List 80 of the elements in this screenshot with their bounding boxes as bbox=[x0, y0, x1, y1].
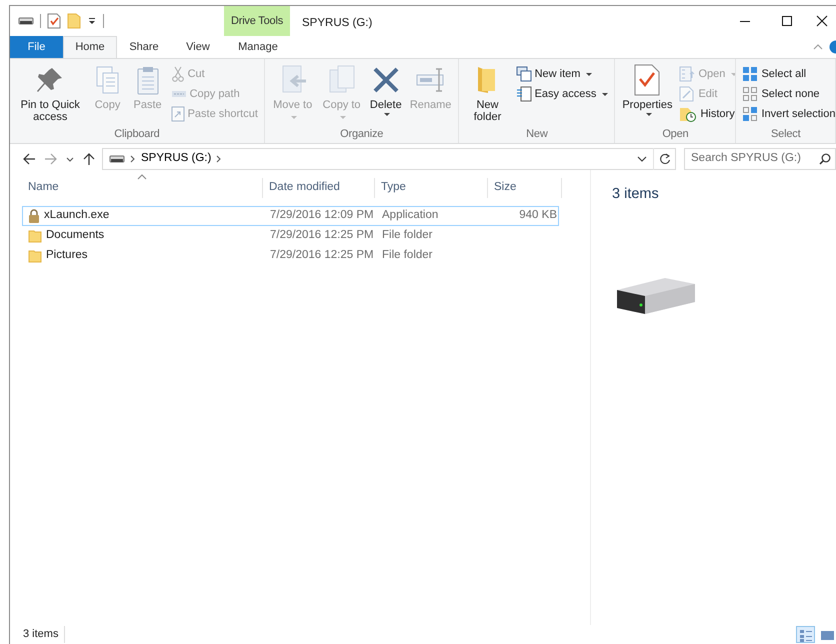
file-name: Pictures bbox=[46, 248, 88, 264]
select-all-icon bbox=[742, 66, 758, 82]
ribbon-button[interactable]: New item bbox=[514, 64, 610, 84]
date-cell-text: 7/29/2016 12:25 PM bbox=[269, 228, 375, 244]
group-label: Clipboard bbox=[113, 127, 161, 142]
details-view-icon bbox=[798, 628, 812, 642]
date-cell-text: 7/29/2016 12:25 PM bbox=[269, 248, 375, 264]
file-row[interactable]: Documents 7/29/2016 12:25 PM File folder bbox=[22, 226, 559, 246]
ribbon-button[interactable]: New folder bbox=[463, 62, 512, 126]
shortcut-icon bbox=[170, 106, 185, 122]
contextual-tab-header: Drive Tools bbox=[224, 6, 290, 36]
folder-icon bbox=[28, 249, 42, 263]
history-icon bbox=[679, 106, 698, 122]
chevron-right-icon[interactable] bbox=[215, 154, 224, 164]
padlock-icon bbox=[28, 209, 40, 223]
easy-access-icon bbox=[516, 86, 532, 102]
view-button[interactable] bbox=[796, 626, 815, 643]
ribbon-tab[interactable]: Share bbox=[117, 36, 171, 58]
new-item-icon bbox=[516, 66, 532, 82]
search-field[interactable]: Search SPYRUS (G:) bbox=[684, 148, 836, 170]
customize-icon[interactable] bbox=[87, 16, 97, 26]
window-title: SPYRUS (G:) bbox=[301, 16, 374, 31]
ribbon-button[interactable]: Delete bbox=[366, 62, 405, 126]
caret-icon bbox=[340, 116, 346, 119]
date-cell-text: 7/29/2016 12:09 PM bbox=[269, 208, 375, 224]
forward-icon bbox=[44, 152, 58, 166]
select-none-icon bbox=[742, 86, 758, 102]
group-label: New bbox=[525, 127, 549, 142]
breadcrumb-item[interactable]: SPYRUS (G:) bbox=[137, 150, 216, 168]
file-name: Documents bbox=[46, 228, 104, 244]
group-label: Select bbox=[770, 127, 802, 142]
properties-icon bbox=[633, 63, 662, 97]
caret-icon bbox=[646, 112, 652, 116]
file-row[interactable]: xLaunch.exe 7/29/2016 12:09 PM Application 940 KB bbox=[22, 206, 559, 226]
search-icon bbox=[819, 153, 831, 165]
ribbon-button[interactable]: Pin to Quick access bbox=[14, 62, 87, 126]
ribbon-button[interactable]: History bbox=[677, 104, 736, 124]
ribbon-button[interactable]: Select all bbox=[740, 64, 836, 84]
ribbon-tab[interactable]: View bbox=[171, 36, 225, 58]
column-header[interactable]: Size bbox=[488, 178, 562, 198]
properties-icon[interactable] bbox=[47, 13, 61, 29]
ribbon-button[interactable]: Invert selection bbox=[740, 104, 836, 124]
close-icon bbox=[816, 15, 828, 27]
path-icon bbox=[170, 88, 187, 100]
file-name: xLaunch.exe bbox=[44, 208, 110, 224]
folder-icon bbox=[28, 229, 42, 243]
caret-icon bbox=[586, 72, 592, 76]
ribbon-tab[interactable]: File bbox=[10, 36, 63, 58]
size-cell-text: 940 KB bbox=[518, 208, 558, 224]
ribbon-button[interactable]: Easy access bbox=[514, 84, 610, 104]
file-row[interactable]: Pictures 7/29/2016 12:25 PM File folder bbox=[22, 246, 559, 266]
chevron-right-icon bbox=[129, 154, 137, 164]
back-icon bbox=[22, 152, 36, 166]
caret-icon bbox=[602, 92, 608, 96]
edit-icon bbox=[679, 86, 696, 102]
group-label: Organize bbox=[339, 127, 384, 142]
maximize-icon bbox=[781, 15, 793, 27]
ribbon-button[interactable]: Properties bbox=[619, 62, 676, 126]
column-header[interactable]: Type bbox=[375, 178, 488, 198]
ribbon-tab[interactable]: Home bbox=[63, 36, 117, 58]
sort-ascending-icon bbox=[137, 174, 147, 180]
type-cell-text: Application bbox=[381, 208, 440, 224]
column-header[interactable]: Date modified bbox=[263, 178, 375, 198]
type-cell-text: File folder bbox=[381, 248, 434, 264]
scissors-icon bbox=[170, 66, 185, 82]
refresh-icon bbox=[658, 153, 670, 165]
ribbon-button[interactable]: Select none bbox=[740, 84, 836, 104]
open-icon bbox=[679, 66, 696, 82]
up-icon bbox=[82, 152, 96, 166]
group-label: Open bbox=[661, 127, 690, 142]
caret-icon bbox=[731, 72, 736, 76]
caret-icon bbox=[291, 116, 298, 119]
status-text: 3 items bbox=[23, 626, 66, 643]
invert-selection-icon bbox=[742, 106, 758, 122]
caret-icon bbox=[384, 112, 390, 116]
ribbon-tab[interactable]: Manage bbox=[225, 36, 291, 58]
item-count: 3 items bbox=[612, 185, 660, 204]
collapse-ribbon-icon[interactable] bbox=[813, 43, 823, 51]
column-header[interactable]: Name bbox=[22, 178, 263, 198]
type-cell-text: File folder bbox=[381, 228, 434, 244]
